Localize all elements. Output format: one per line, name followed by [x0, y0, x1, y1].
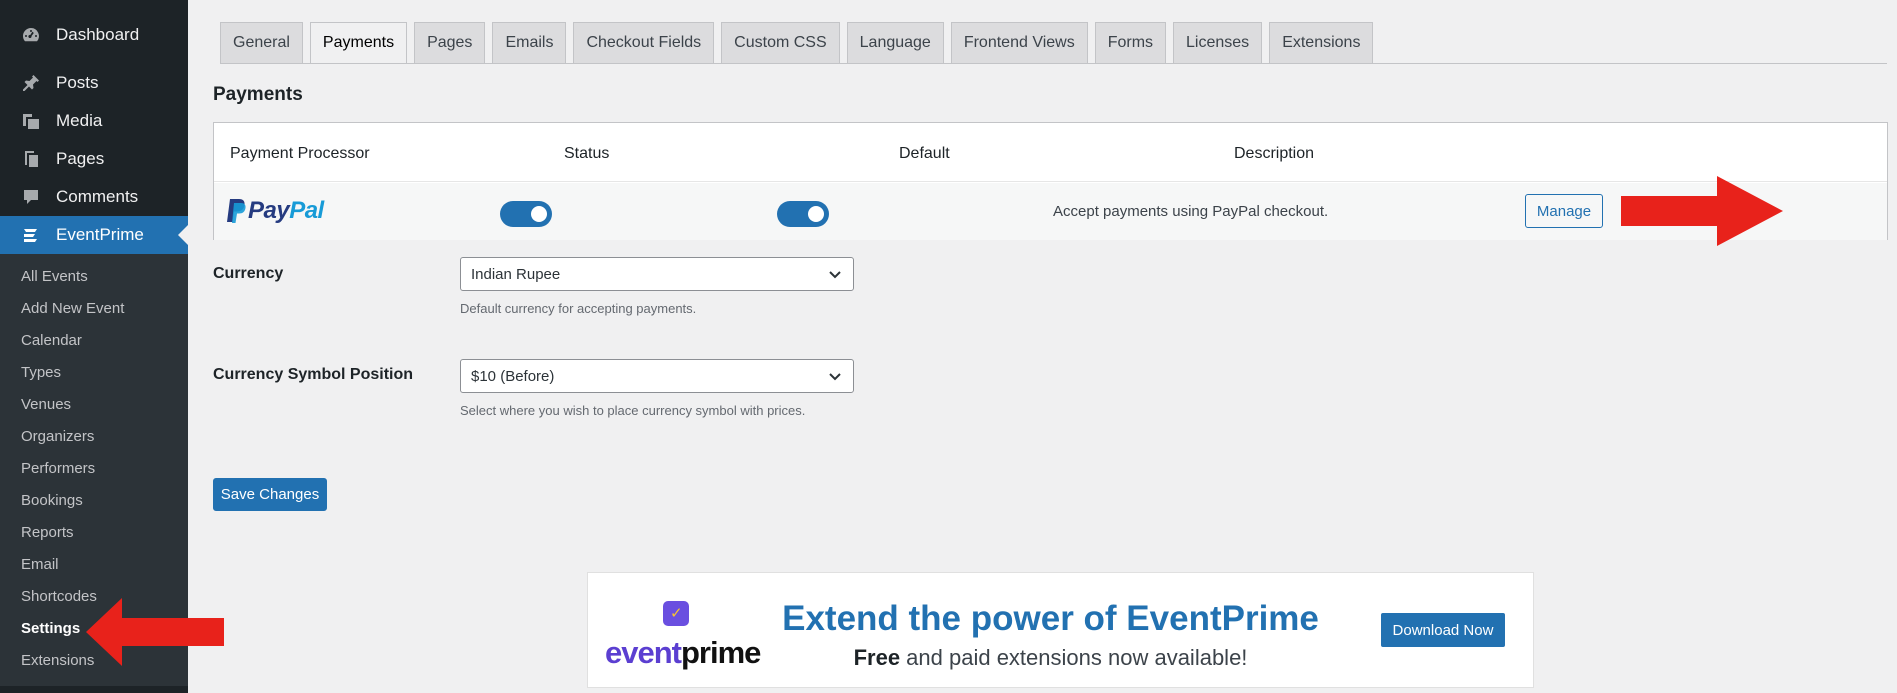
- tab-payments[interactable]: Payments: [309, 22, 408, 64]
- header-description: Description: [1234, 145, 1315, 162]
- eventprime-icon: [20, 224, 42, 246]
- submenu-types[interactable]: Types: [0, 356, 188, 388]
- comment-icon: [20, 186, 42, 208]
- tab-general[interactable]: General: [220, 22, 303, 63]
- submenu-reports[interactable]: Reports: [0, 516, 188, 548]
- tab-frontend-views[interactable]: Frontend Views: [950, 22, 1088, 63]
- submenu-performers[interactable]: Performers: [0, 452, 188, 484]
- currency-label: Currency: [213, 265, 284, 282]
- header-status: Status: [564, 145, 610, 162]
- submenu-venues[interactable]: Venues: [0, 388, 188, 420]
- table-header: Payment Processor Status Default Descrip…: [214, 123, 1887, 182]
- submenu-organizers[interactable]: Organizers: [0, 420, 188, 452]
- paypal-p-icon: [227, 199, 246, 223]
- menu-label: Media: [56, 111, 103, 130]
- save-changes-button[interactable]: Save Changes: [213, 478, 327, 511]
- chevron-down-icon: [829, 373, 841, 381]
- tab-custom-css[interactable]: Custom CSS: [721, 22, 840, 63]
- status-toggle[interactable]: [500, 201, 552, 227]
- currency-value: Indian Rupee: [471, 265, 561, 283]
- settings-tabs: General Payments Pages Emails Checkout F…: [220, 22, 1374, 64]
- chevron-down-icon: [829, 271, 841, 279]
- currency-select[interactable]: Indian Rupee: [460, 257, 854, 291]
- manage-arrow-icon: [1621, 176, 1783, 246]
- submenu-all-events[interactable]: All Events: [0, 260, 188, 292]
- currency-help: Default currency for accepting payments.: [460, 301, 697, 316]
- paypal-description: Accept payments using PayPal checkout.: [1053, 203, 1329, 220]
- pin-icon: [20, 72, 42, 94]
- menu-label: Pages: [56, 149, 105, 168]
- tab-language[interactable]: Language: [846, 22, 944, 63]
- admin-sidebar: Dashboard Posts Media Pages Comments Eve…: [0, 0, 188, 693]
- extensions-banner: eventprime Extend the power of EventPrim…: [587, 572, 1534, 688]
- menu-dashboard[interactable]: Dashboard: [0, 16, 188, 54]
- tab-forms[interactable]: Forms: [1094, 22, 1167, 63]
- default-toggle[interactable]: [777, 201, 829, 227]
- tab-checkout-fields[interactable]: Checkout Fields: [573, 22, 715, 63]
- pages-icon: [20, 148, 42, 170]
- menu-label: Dashboard: [56, 25, 140, 44]
- submenu-add-new-event[interactable]: Add New Event: [0, 292, 188, 324]
- tab-pages[interactable]: Pages: [414, 22, 486, 63]
- submenu-email[interactable]: Email: [0, 548, 188, 580]
- settings-main: General Payments Pages Emails Checkout F…: [188, 0, 1897, 693]
- tab-emails[interactable]: Emails: [492, 22, 567, 63]
- menu-comments[interactable]: Comments: [0, 178, 188, 216]
- submenu-bookings[interactable]: Bookings: [0, 484, 188, 516]
- menu-label: EventPrime: [56, 225, 144, 244]
- menu-label: Posts: [56, 73, 99, 92]
- paypal-wordmark: PayPal: [248, 197, 324, 224]
- menu-pages[interactable]: Pages: [0, 140, 188, 178]
- menu-posts[interactable]: Posts: [0, 64, 188, 102]
- submenu-calendar[interactable]: Calendar: [0, 324, 188, 356]
- dashboard-icon: [20, 24, 42, 46]
- section-title: Payments: [213, 84, 303, 105]
- tab-licenses[interactable]: Licenses: [1173, 22, 1263, 63]
- header-payment-processor: Payment Processor: [230, 145, 370, 162]
- tab-extensions[interactable]: Extensions: [1269, 22, 1374, 63]
- currency-position-select[interactable]: $10 (Before): [460, 359, 854, 393]
- currency-position-help: Select where you wish to place currency …: [460, 403, 806, 418]
- menu-label: Comments: [56, 187, 139, 206]
- manage-button[interactable]: Manage: [1525, 194, 1603, 228]
- menu-eventprime[interactable]: EventPrime: [0, 216, 188, 254]
- download-now-button[interactable]: Download Now: [1381, 613, 1505, 647]
- header-default: Default: [899, 145, 950, 162]
- banner-subtitle: Free and paid extensions now available!: [853, 645, 1248, 670]
- currency-position-value: $10 (Before): [471, 367, 555, 385]
- tab-divider: [220, 63, 1887, 64]
- media-icon: [20, 110, 42, 132]
- currency-position-label: Currency Symbol Position: [213, 366, 414, 383]
- menu-media[interactable]: Media: [0, 102, 188, 140]
- paypal-logo: PayPal: [226, 197, 324, 225]
